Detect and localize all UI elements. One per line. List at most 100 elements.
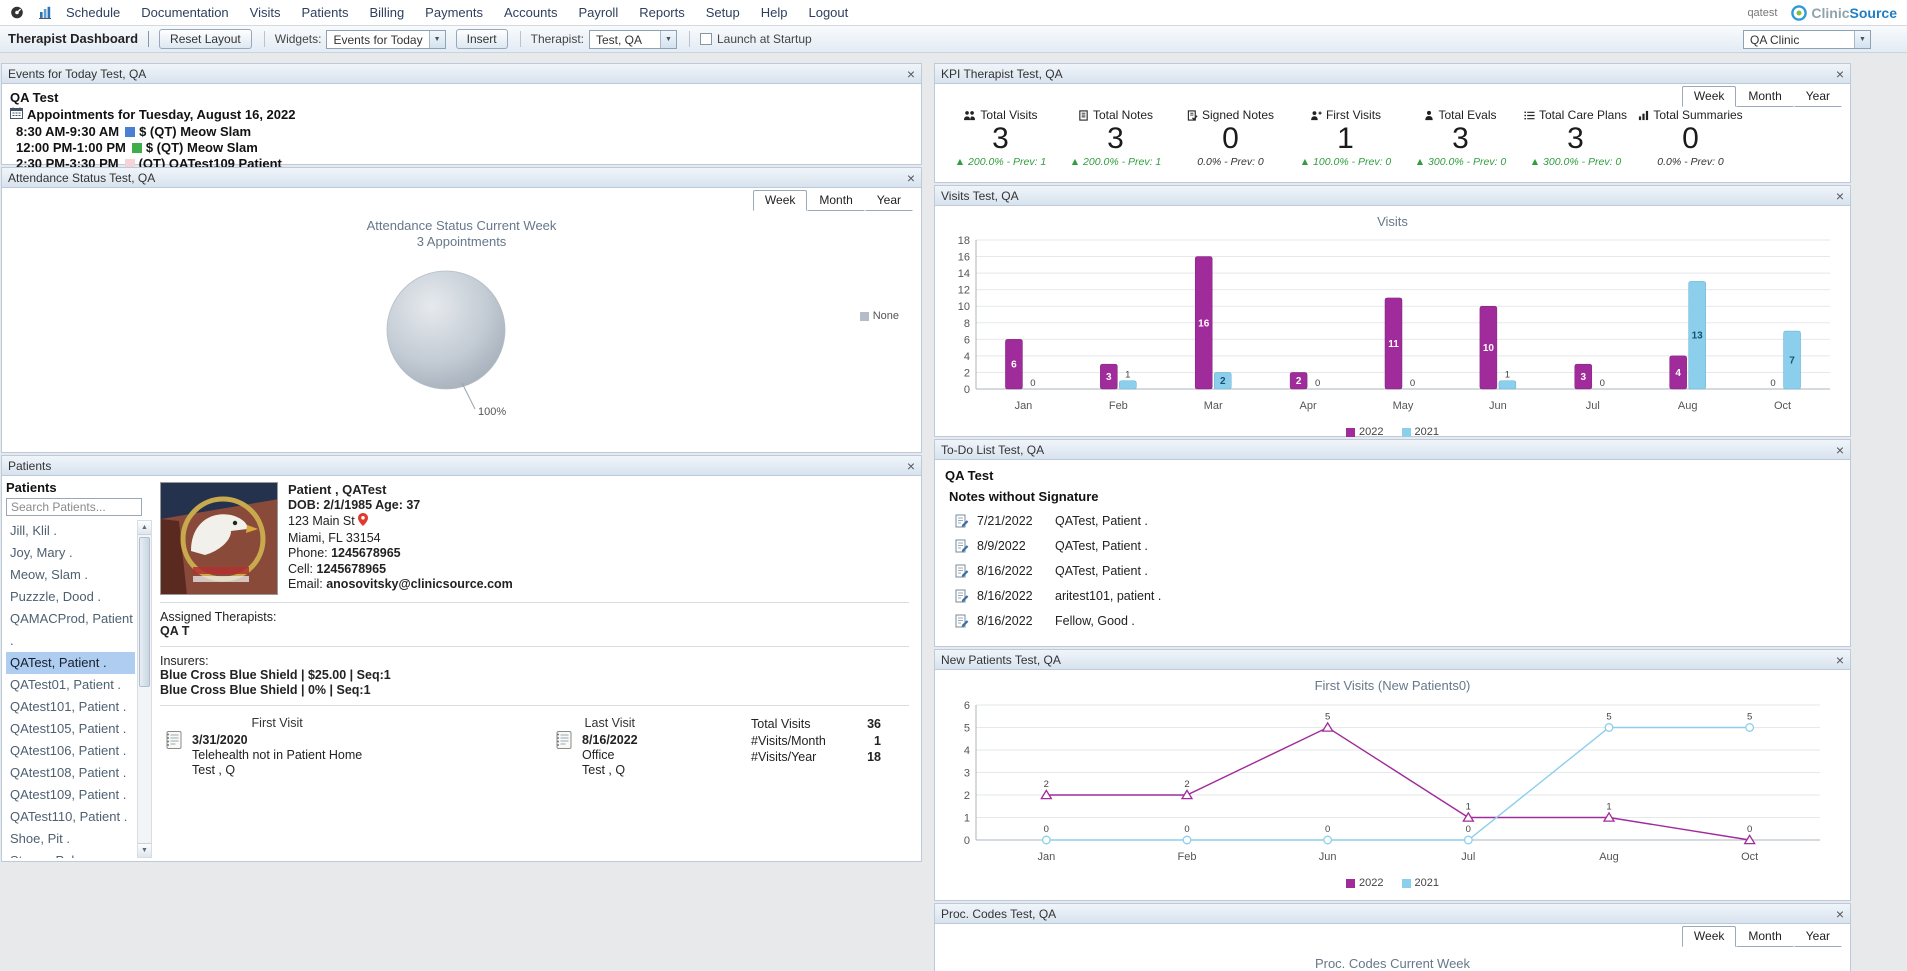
close-icon[interactable]: × [907, 171, 915, 185]
checkbox-icon[interactable] [700, 33, 712, 45]
svg-text:5: 5 [1606, 712, 1611, 723]
scrollbar-thumb[interactable] [139, 537, 150, 687]
edit-note-icon[interactable] [955, 514, 969, 528]
nav-item[interactable]: Logout [808, 5, 848, 20]
widgets-select[interactable]: Events for Today ▼ [326, 30, 445, 49]
patient-list-item[interactable]: QATest, Patient . [6, 652, 135, 674]
edit-note-icon[interactable] [955, 589, 969, 603]
new-patients-panel: New Patients Test, QA × First Visits (Ne… [934, 649, 1851, 901]
period-tab[interactable]: Week [1682, 926, 1736, 947]
patient-list-item[interactable]: Joy, Mary . [6, 542, 135, 564]
location-pin-icon[interactable] [358, 513, 368, 531]
attendance-panel-header[interactable]: Attendance Status Test, QA × [2, 168, 921, 188]
patient-list-item[interactable]: Shoe, Pit . [6, 828, 135, 850]
svg-text:2: 2 [1184, 779, 1189, 790]
therapist-select[interactable]: Test, QA ▼ [589, 30, 677, 49]
edit-note-icon[interactable] [955, 539, 969, 553]
chevron-down-icon[interactable]: ▼ [1854, 31, 1870, 48]
close-icon[interactable]: × [907, 67, 915, 81]
close-icon[interactable]: × [1836, 443, 1844, 457]
scroll-down-icon[interactable]: ▼ [138, 843, 151, 857]
visits-panel-header[interactable]: Visits Test, QA × [935, 186, 1850, 206]
period-tab[interactable]: Year [865, 190, 913, 211]
patient-list-item[interactable]: QAtest105, Patient . [6, 718, 135, 740]
todo-item[interactable]: 8/16/2022 Fellow, Good . [955, 614, 1840, 628]
nav-item[interactable]: Patients [302, 5, 349, 20]
new-patients-panel-header[interactable]: New Patients Test, QA × [935, 650, 1850, 670]
kpi-trend: ▲ 300.0% - Prev: 0 [1518, 156, 1633, 168]
scrollbar[interactable]: ▲ ▼ [137, 520, 152, 858]
patient-list-item[interactable]: QAtest108, Patient . [6, 762, 135, 784]
period-tab[interactable]: Week [753, 190, 807, 211]
period-tab[interactable]: Year [1794, 86, 1842, 107]
appointment-time: 8:30 AM-9:30 AM [16, 124, 119, 139]
patients-panel-header[interactable]: Patients × [2, 456, 921, 476]
close-icon[interactable]: × [1836, 189, 1844, 203]
patient-list-item[interactable]: Puzzzle, Dood . [6, 586, 135, 608]
edit-note-icon[interactable] [955, 614, 969, 628]
clinic-select-value: QA Clinic [1744, 31, 1854, 48]
period-tab[interactable]: Month [1736, 926, 1793, 947]
patient-list-item[interactable]: QAtest101, Patient . [6, 696, 135, 718]
insert-button[interactable]: Insert [456, 29, 508, 49]
todo-list: 7/21/2022 QATest, Patient . 8/9/2022 QAT… [945, 514, 1840, 628]
nav-item[interactable]: Setup [706, 5, 740, 20]
patient-list-item[interactable]: QATest110, Patient . [6, 806, 135, 828]
edit-note-icon[interactable] [955, 564, 969, 578]
nav-item[interactable]: Help [761, 5, 788, 20]
close-icon[interactable]: × [1836, 653, 1844, 667]
patient-search-input[interactable] [6, 498, 142, 516]
todo-item[interactable]: 8/16/2022 aritest101, patient . [955, 589, 1840, 603]
period-tab[interactable]: Month [807, 190, 864, 211]
todo-patient: QATest, Patient . [1055, 564, 1148, 578]
patient-list-item[interactable]: QATest01, Patient . [6, 674, 135, 696]
close-icon[interactable]: × [907, 459, 915, 473]
launch-at-startup-toggle[interactable]: Launch at Startup [700, 32, 812, 46]
attendance-panel: Attendance Status Test, QA × WeekMonthYe… [1, 167, 922, 453]
kpi-card: Total Notes 3 ▲ 200.0% - Prev: 1 [1058, 108, 1173, 168]
period-tab[interactable]: Month [1736, 86, 1793, 107]
appointment-row[interactable]: 8:30 AM-9:30 AM $ (QT) Meow Slam [16, 124, 913, 139]
patient-list-item[interactable]: Stroop, Pal . [6, 850, 135, 858]
patient-list-item[interactable]: QAMACProd, Patient . [6, 608, 135, 630]
visits-panel: Visits Test, QA × Visits 024681012141618… [934, 185, 1851, 437]
scrollbar-track[interactable] [138, 535, 151, 843]
todo-item[interactable]: 8/16/2022 QATest, Patient . [955, 564, 1840, 578]
clinic-select[interactable]: QA Clinic ▼ [1743, 30, 1871, 49]
svg-text:Oct: Oct [1773, 400, 1790, 412]
events-panel-header[interactable]: Events for Today Test, QA × [2, 64, 921, 84]
nav-item[interactable]: Visits [250, 5, 281, 20]
chevron-down-icon[interactable]: ▼ [660, 31, 676, 48]
nav-item[interactable]: Reports [639, 5, 685, 20]
nav-item[interactable]: Payments [425, 5, 483, 20]
first-visits-icon [1310, 110, 1322, 121]
todo-item[interactable]: 7/21/2022 QATest, Patient . [955, 514, 1840, 528]
kpi-panel-header[interactable]: KPI Therapist Test, QA × [935, 64, 1850, 84]
nav-item[interactable]: Accounts [504, 5, 557, 20]
proc-codes-panel-header[interactable]: Proc. Codes Test, QA × [935, 904, 1850, 924]
nav-item[interactable]: Schedule [66, 5, 120, 20]
svg-text:Jul: Jul [1585, 400, 1599, 412]
appointment-row[interactable]: 12:00 PM-1:00 PM $ (QT) Meow Slam [16, 140, 913, 155]
patient-list-item[interactable]: Jill, Klil . [6, 520, 135, 542]
close-icon[interactable]: × [1836, 907, 1844, 921]
nav-item[interactable]: Documentation [141, 5, 228, 20]
patient-list-item[interactable]: QAtest109, Patient . [6, 784, 135, 806]
dashboard-icon[interactable] [10, 6, 24, 19]
chevron-down-icon[interactable]: ▼ [429, 31, 445, 48]
todo-panel-header[interactable]: To-Do List Test, QA × [935, 440, 1850, 460]
period-tab[interactable]: Year [1794, 926, 1842, 947]
reports-chart-icon[interactable] [38, 6, 52, 19]
patient-list-item[interactable]: . [6, 630, 135, 652]
patient-list-item[interactable]: Meow, Slam . [6, 564, 135, 586]
events-user: QA Test [10, 90, 913, 105]
nav-item[interactable]: Billing [369, 5, 404, 20]
scroll-up-icon[interactable]: ▲ [138, 521, 151, 535]
patient-list-item[interactable]: QAtest106, Patient . [6, 740, 135, 762]
close-icon[interactable]: × [1836, 67, 1844, 81]
legend-item: 2021 [1402, 426, 1439, 438]
period-tab[interactable]: Week [1682, 86, 1736, 107]
nav-item[interactable]: Payroll [578, 5, 618, 20]
todo-item[interactable]: 8/9/2022 QATest, Patient . [955, 539, 1840, 553]
reset-layout-button[interactable]: Reset Layout [159, 29, 252, 49]
